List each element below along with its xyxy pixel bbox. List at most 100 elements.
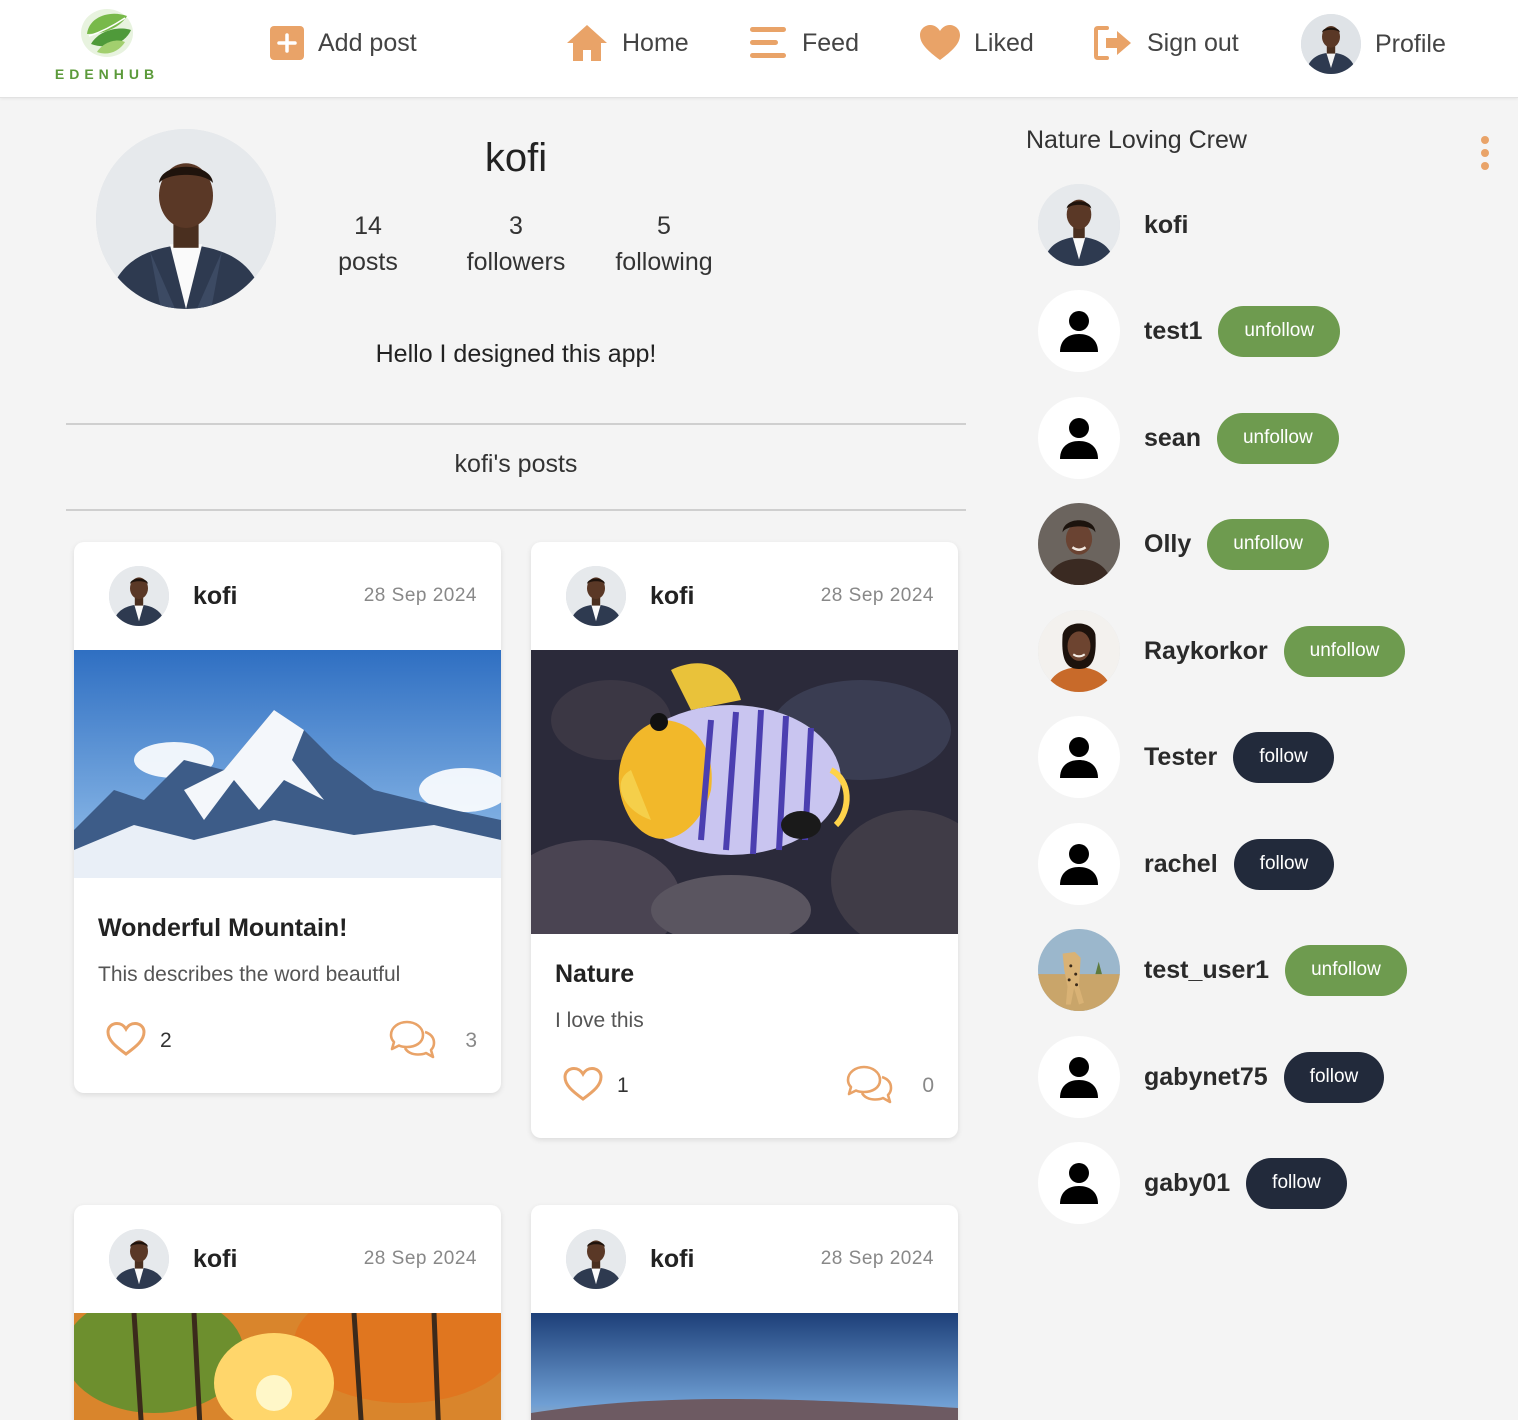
crew-member[interactable]: gaby01 follow	[1038, 1142, 1347, 1224]
person-icon	[1060, 1057, 1098, 1098]
unfollow-button[interactable]: unfollow	[1285, 944, 1407, 996]
post-author[interactable]: kofi	[193, 582, 237, 611]
member-name[interactable]: gabynet75	[1144, 1063, 1268, 1092]
profile-photo	[96, 129, 276, 309]
member-avatar[interactable]	[1038, 184, 1120, 266]
post-date: 28 Sep 2024	[363, 585, 477, 606]
man-in-suit-avatar-icon	[109, 1229, 169, 1289]
heart-outline-icon[interactable]	[563, 1066, 603, 1102]
member-avatar[interactable]	[1038, 1142, 1120, 1224]
member-avatar[interactable]	[1038, 503, 1120, 585]
crew-member[interactable]: sean unfollow	[1038, 397, 1339, 479]
follow-button[interactable]: follow	[1233, 838, 1335, 890]
member-avatar[interactable]	[1038, 290, 1120, 372]
leaf-logo-icon	[81, 9, 133, 57]
stat-following-count: 5	[657, 212, 671, 240]
post-author-avatar[interactable]	[566, 566, 626, 626]
post-card-header: kofi 28 Sep 2024	[531, 542, 958, 650]
like-count: 2	[160, 1029, 172, 1052]
post-author[interactable]: kofi	[650, 582, 694, 611]
post-card[interactable]: kofi 28 Sep 2024 Nature I love this 1 0	[531, 542, 958, 1138]
tropical-fish-photo[interactable]	[531, 650, 958, 934]
person-icon	[1060, 737, 1098, 778]
stat-posts-count: 14	[354, 212, 382, 240]
heart-outline-icon[interactable]	[106, 1021, 146, 1057]
post-card[interactable]: kofi 28 Sep 2024	[74, 1205, 501, 1420]
post-card-header: kofi 28 Sep 2024	[74, 542, 501, 650]
crew-member[interactable]: Raykorkor unfollow	[1038, 610, 1406, 692]
follow-button[interactable]: follow	[1246, 1157, 1347, 1209]
crew-member[interactable]: test1 unfollow	[1038, 290, 1341, 372]
nav-feed[interactable]: Feed	[750, 22, 859, 64]
member-avatar[interactable]	[1038, 929, 1120, 1011]
member-name[interactable]: kofi	[1144, 211, 1188, 240]
post-date: 28 Sep 2024	[363, 1248, 477, 1269]
post-author[interactable]: kofi	[650, 1245, 694, 1274]
stat-followers-label: followers	[466, 248, 566, 276]
autumn-forest-photo[interactable]	[74, 1313, 501, 1420]
post-author-avatar[interactable]	[109, 1229, 169, 1289]
comments-icon[interactable]	[387, 1019, 437, 1059]
member-name[interactable]: Raykorkor	[1144, 637, 1268, 666]
crew-title: Nature Loving Crew	[1026, 126, 1247, 154]
unfollow-button[interactable]: unfollow	[1283, 625, 1406, 677]
member-name[interactable]: gaby01	[1144, 1169, 1230, 1198]
nav-profile-label: Profile	[1375, 29, 1446, 58]
man-in-suit-avatar-icon	[566, 566, 626, 626]
member-name[interactable]: test_user1	[1144, 956, 1269, 985]
post-author-avatar[interactable]	[109, 566, 169, 626]
member-name[interactable]: rachel	[1144, 850, 1218, 879]
post-card-header: kofi 28 Sep 2024	[74, 1205, 501, 1313]
post-author[interactable]: kofi	[193, 1245, 237, 1274]
edenhub-logo[interactable]: EDENHUB	[52, 4, 162, 86]
cheetah-photo-avatar-icon	[1038, 929, 1120, 1011]
member-name[interactable]: test1	[1144, 317, 1202, 346]
member-avatar[interactable]	[1038, 610, 1120, 692]
post-card[interactable]: kofi 28 Sep 2024 Wonderful Mountain! Thi…	[74, 542, 501, 1093]
feed-lines-icon	[750, 27, 786, 58]
post-title: Nature	[555, 960, 635, 988]
follow-button[interactable]: follow	[1283, 1051, 1385, 1103]
unfollow-button[interactable]: unfollow	[1218, 305, 1341, 357]
comments-icon[interactable]	[844, 1064, 894, 1104]
follow-button[interactable]: follow	[1233, 731, 1334, 783]
nav-add-post-label: Add post	[318, 28, 417, 57]
snowy-mountain-photo[interactable]	[74, 650, 501, 888]
nav-profile-avatar	[1301, 14, 1361, 74]
nav-sign-out[interactable]: Sign out	[1093, 22, 1239, 64]
crew-member[interactable]: test_user1 unfollow	[1038, 929, 1407, 1011]
post-description: This describes the word beautful	[98, 963, 401, 986]
post-date: 28 Sep 2024	[820, 585, 934, 606]
person-icon	[1060, 844, 1098, 885]
member-avatar[interactable]	[1038, 716, 1120, 798]
kebab-menu-icon[interactable]	[1475, 134, 1495, 172]
crew-member[interactable]: rachel follow	[1038, 823, 1335, 905]
divider	[66, 509, 966, 511]
member-avatar[interactable]	[1038, 1036, 1120, 1118]
sunset-landscape-photo[interactable]	[531, 1313, 958, 1420]
comment-count: 0	[922, 1074, 934, 1097]
member-name[interactable]: sean	[1144, 424, 1201, 453]
member-avatar[interactable]	[1038, 397, 1120, 479]
stat-followers[interactable]: 3 followers	[441, 208, 591, 280]
crew-member[interactable]: kofi	[1038, 184, 1188, 266]
member-avatar[interactable]	[1038, 823, 1120, 905]
posts-heading: kofi's posts	[454, 450, 578, 478]
nav-home[interactable]: Home	[566, 22, 689, 64]
nav-liked[interactable]: Liked	[920, 22, 1034, 64]
stat-following[interactable]: 5 following	[589, 208, 739, 280]
like-count: 1	[617, 1074, 629, 1097]
nav-add-post[interactable]: Add post	[270, 22, 417, 64]
person-icon	[1060, 418, 1098, 459]
crew-member[interactable]: Tester follow	[1038, 716, 1334, 798]
unfollow-button[interactable]: unfollow	[1216, 412, 1339, 464]
nav-profile[interactable]: Profile	[1301, 13, 1446, 75]
post-author-avatar[interactable]	[566, 1229, 626, 1289]
post-card[interactable]: kofi 28 Sep 2024	[531, 1205, 958, 1420]
crew-member[interactable]: Olly unfollow	[1038, 503, 1329, 585]
member-name[interactable]: Tester	[1144, 743, 1217, 772]
member-name[interactable]: Olly	[1144, 530, 1191, 559]
stat-following-label: following	[615, 248, 713, 276]
unfollow-button[interactable]: unfollow	[1207, 518, 1329, 570]
crew-member[interactable]: gabynet75 follow	[1038, 1036, 1385, 1118]
